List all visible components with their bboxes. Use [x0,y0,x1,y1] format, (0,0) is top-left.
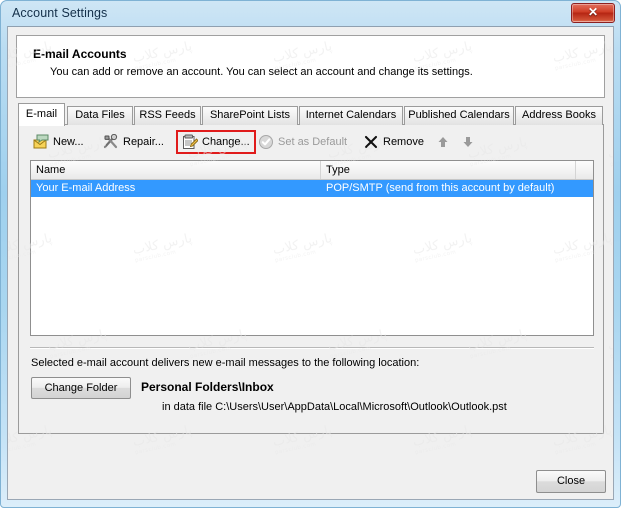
column-header-filler [576,161,593,179]
section-divider [30,347,594,349]
toolbar-button-label: New... [53,136,84,148]
watermark-sub-text: parsclub.com [134,441,177,457]
check-circle-icon [258,134,274,150]
repair-tools-icon [103,133,119,150]
toolbar-arrow-up-button[interactable] [431,130,455,154]
toolbar-button-label: Repair... [123,136,164,148]
toolbar-change-button[interactable]: Change... [176,130,256,154]
tab-label: Published Calendars [408,109,510,121]
toolbar-set-as-default-button: Set as Default [254,130,351,154]
accounts-list[interactable]: Name Type Your E-mail Address POP/SMTP (se… [30,160,594,336]
watermark-main-text: پارس کلاب [606,327,614,355]
tab-published-calendars[interactable]: Published Calendars [404,106,514,125]
tab-rss-feeds[interactable]: RSS Feeds [134,106,201,125]
tab-data-files[interactable]: Data Files [67,106,133,125]
toolbar-button-label: Remove [383,136,424,148]
cell-type: POP/SMTP (send from this account by defa… [326,182,555,194]
delivery-location-label: Selected e-mail account delivers new e-m… [31,357,420,369]
watermark-main-text: پارس کلاب [606,135,614,163]
change-folder-button[interactable]: Change Folder [31,377,131,399]
page-title: E-mail Accounts [33,47,127,61]
watermark-text: پارس کلابparsclub.com [606,135,614,169]
watermark-sub-text: parsclub.com [274,441,317,457]
delivery-folder-path: in data file C:\Users\User\AppData\Local… [162,401,507,413]
close-button[interactable]: Close [536,470,606,493]
arrow-down-icon [460,134,476,150]
watermark-sub-text: parsclub.com [7,441,37,457]
account-settings-window: Account Settings ✕ E-mail Accounts You c… [0,0,621,508]
tab-label: Internet Calendars [305,109,397,121]
toolbar-arrow-down-button[interactable] [456,130,480,154]
delivery-folder-name: Personal Folders\Inbox [141,380,274,394]
new-mail-icon [33,134,49,150]
change-document-icon [182,134,199,150]
tab-page-email: New... Repair... Change... Set as Default Re… [18,124,604,434]
close-icon: ✕ [587,5,599,19]
watermark-sub-text: parsclub.com [609,153,614,169]
watermark-sub-text: parsclub.com [554,441,597,457]
tab-label: Address Books [522,109,596,121]
arrow-up-icon [435,134,451,150]
column-header-name[interactable]: Name [31,161,321,179]
toolbar-remove-button[interactable]: Remove [359,130,428,154]
toolbar-repair-button[interactable]: Repair... [99,130,168,154]
page-subtitle: You can add or remove an account. You ca… [50,66,473,78]
toolbar-new-button[interactable]: New... [29,130,88,154]
watermark-text: پارس کلابparsclub.com [606,327,614,361]
tab-label: RSS Feeds [139,109,196,121]
description-panel: E-mail Accounts You can add or remove an… [16,35,605,98]
tab-label: E-mail [25,108,58,120]
tab-sharepoint-lists[interactable]: SharePoint Lists [202,106,298,125]
table-row[interactable]: Your E-mail Address POP/SMTP (send from t… [31,180,593,197]
tab-e-mail[interactable]: E-mail [18,103,65,126]
x-mark-icon [363,134,379,150]
cell-name: Your E-mail Address [36,182,136,194]
column-header-type[interactable]: Type [321,161,576,179]
tab-label: Data Files [75,109,125,121]
window-close-button[interactable]: ✕ [571,3,615,23]
tab-label: SharePoint Lists [209,109,291,121]
toolbar-button-label: Set as Default [278,136,348,148]
title-bar: Account Settings ✕ [0,0,621,28]
tab-internet-calendars[interactable]: Internet Calendars [299,106,403,125]
accounts-list-header: Name Type [31,161,593,180]
accounts-toolbar: New... Repair... Change... Set as Default Re… [19,127,605,157]
tab-address-books[interactable]: Address Books [515,106,603,125]
watermark-sub-text: parsclub.com [414,441,457,457]
toolbar-button-label: Change... [202,136,250,148]
dialog-client-area: E-mail Accounts You can add or remove an… [7,26,614,500]
watermark-sub-text: parsclub.com [609,345,614,361]
tab-strip: E-mail Data Files RSS Feeds SharePoint List… [18,103,603,126]
window-title: Account Settings [12,6,108,20]
